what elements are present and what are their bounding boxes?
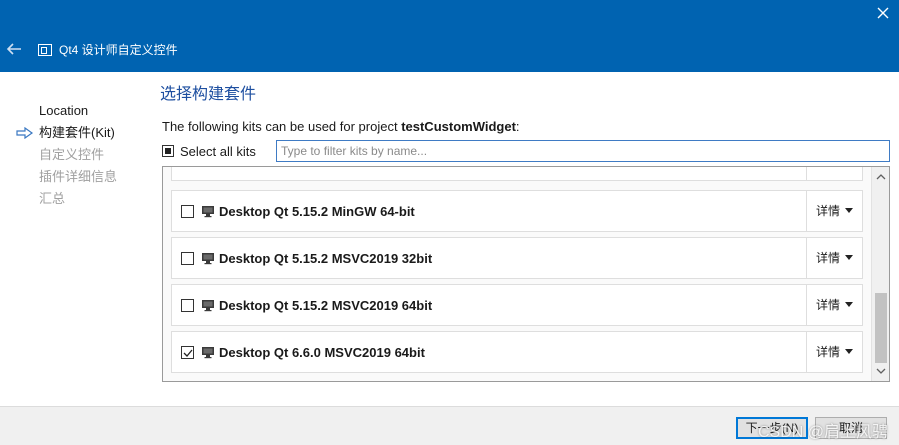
wizard-steps: Location 构建套件(Kit) 自定义控件 插件详细信息 汇总 xyxy=(16,100,156,210)
select-all-label: Select all kits xyxy=(180,143,256,159)
current-step-arrow-icon xyxy=(16,127,34,139)
checkmark-icon xyxy=(183,349,193,357)
scroll-thumb[interactable] xyxy=(875,293,887,363)
details-label: 详情 xyxy=(816,298,841,312)
caret-down-icon xyxy=(845,349,853,354)
kit-row[interactable]: Desktop Qt 6.6.0 MSVC2019 64bit 详情 xyxy=(171,331,863,373)
scroll-down-icon[interactable] xyxy=(872,363,890,379)
cancel-button[interactable]: 取消 xyxy=(815,417,887,439)
kit-details-button[interactable]: 详情 xyxy=(806,167,863,180)
next-button[interactable]: 下一步(N) xyxy=(736,417,808,439)
desktop-monitor-icon xyxy=(202,347,214,359)
step-plugin-details: 插件详细信息 xyxy=(16,166,156,188)
kit-name: Desktop Qt 5.15.2 MSVC2019 64bit xyxy=(219,298,433,313)
window-title: Qt4 设计师自定义控件 xyxy=(59,43,178,57)
project-name: testCustomWidget xyxy=(401,119,516,134)
caret-down-icon xyxy=(845,302,853,307)
wizard-footer: 下一步(N) 取消 xyxy=(0,406,899,445)
checkbox-partial-icon xyxy=(162,145,174,157)
step-label: 构建套件(Kit) xyxy=(39,125,115,140)
select-all-kits-checkbox[interactable]: Select all kits xyxy=(162,142,256,160)
description-suffix: : xyxy=(515,119,520,134)
details-label: 详情 xyxy=(816,251,841,265)
details-label: 详情 xyxy=(816,167,840,168)
kits-description: The following kits can be used for proje… xyxy=(162,118,520,136)
kit-row[interactable]: 详情 xyxy=(171,166,863,181)
desktop-monitor-icon xyxy=(202,300,214,312)
kit-checkbox[interactable] xyxy=(181,166,194,167)
kit-name: Desktop Qt 5.15.2 MSVC2019 32bit xyxy=(219,251,433,266)
caret-down-icon xyxy=(845,208,853,213)
kit-row[interactable]: Desktop Qt 5.15.2 MSVC2019 32bit 详情 xyxy=(171,237,863,279)
kit-name: Desktop Qt 6.6.0 MSVC2019 64bit xyxy=(219,345,425,360)
kit-checkbox-checked[interactable] xyxy=(181,346,194,359)
kit-checkbox[interactable] xyxy=(181,299,194,312)
caret-down-icon xyxy=(845,255,853,260)
step-summary: 汇总 xyxy=(16,188,156,210)
step-custom-widgets: 自定义控件 xyxy=(16,144,156,166)
step-label: Location xyxy=(39,103,89,118)
page-title: 选择构建套件 xyxy=(160,86,257,103)
kit-list: 详情 Desktop Qt 5.15.2 MinGW 64-bit 详情 Des… xyxy=(162,166,890,382)
step-location: Location xyxy=(16,100,156,122)
step-kit: 构建套件(Kit) xyxy=(16,122,156,144)
back-arrow-icon[interactable] xyxy=(5,40,23,58)
kit-checkbox[interactable] xyxy=(181,252,194,265)
kit-details-button[interactable]: 详情 xyxy=(806,285,863,325)
kit-checkbox[interactable] xyxy=(181,205,194,218)
title-bar: Qt4 设计师自定义控件 xyxy=(0,0,899,72)
description-text: The following kits can be used for proje… xyxy=(162,119,402,134)
kit-row[interactable]: Desktop Qt 5.15.2 MSVC2019 64bit 详情 xyxy=(171,284,863,326)
close-icon[interactable] xyxy=(876,6,890,20)
details-label: 详情 xyxy=(816,345,841,359)
scroll-up-icon[interactable] xyxy=(872,169,890,185)
step-label: 插件详细信息 xyxy=(39,169,118,184)
kit-list-scrollbar[interactable] xyxy=(871,167,890,381)
wizard-app-icon xyxy=(38,44,52,56)
step-label: 自定义控件 xyxy=(39,147,105,162)
step-label: 汇总 xyxy=(39,191,66,206)
filter-kits-input[interactable] xyxy=(276,140,890,162)
kit-details-button[interactable]: 详情 xyxy=(806,238,863,278)
kit-row[interactable]: Desktop Qt 5.15.2 MinGW 64-bit 详情 xyxy=(171,190,863,232)
kit-details-button[interactable]: 详情 xyxy=(806,191,863,231)
details-label: 详情 xyxy=(816,204,841,218)
desktop-monitor-icon xyxy=(202,253,214,265)
kit-name: Desktop Qt 5.15.2 MinGW 64-bit xyxy=(219,204,415,219)
kit-details-button[interactable]: 详情 xyxy=(806,332,863,372)
desktop-monitor-icon xyxy=(202,206,214,218)
